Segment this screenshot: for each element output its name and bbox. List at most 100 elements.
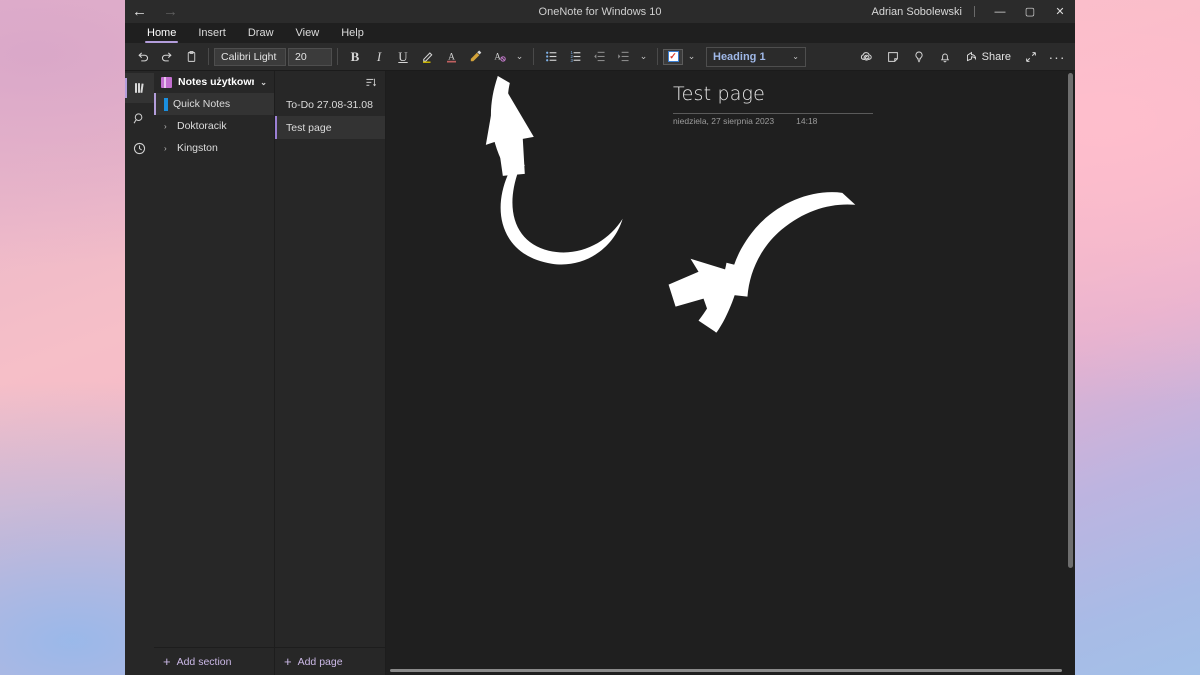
ribbon-separator <box>208 48 209 65</box>
section-group-doktoracik[interactable]: › Doktoracik <box>154 115 274 137</box>
highlighter-icon[interactable] <box>415 46 439 68</box>
plus-icon: + <box>163 654 171 669</box>
page-item-test-page[interactable]: Test page <box>275 116 385 139</box>
section-color-swatch <box>164 97 168 111</box>
font-color-icon[interactable]: A <box>439 46 463 68</box>
bell-icon[interactable] <box>933 46 957 68</box>
title-bar: ← → OneNote for Windows 10 Adrian Sobole… <box>125 0 1075 23</box>
section-label: Kingston <box>177 142 218 154</box>
share-icon <box>966 51 976 62</box>
section-label: Doktoracik <box>177 120 227 132</box>
app-body: Notes użytkownika Adrian ⌄ Quick Notes ›… <box>125 71 1075 675</box>
clipboard-icon[interactable] <box>179 46 203 68</box>
pages-header <box>275 71 385 93</box>
font-overflow-chevron-down-icon[interactable]: ⌄ <box>511 46 528 68</box>
share-label: Share <box>981 50 1011 63</box>
sections-panel: Notes użytkownika Adrian ⌄ Quick Notes ›… <box>154 71 275 675</box>
add-section-button[interactable]: + Add section <box>154 647 274 675</box>
rail-search-button[interactable] <box>125 103 154 133</box>
style-dropdown-label: Heading 1 <box>713 50 766 63</box>
italic-button[interactable]: I <box>367 46 391 68</box>
add-section-label: Add section <box>176 655 232 668</box>
title-underline <box>673 113 873 114</box>
arrow-right-annotation <box>668 192 856 333</box>
maximize-button[interactable]: ▢ <box>1015 0 1045 23</box>
tab-draw[interactable]: Draw <box>238 27 284 43</box>
titlebar-right-group: Adrian Sobolewski — ▢ ✕ <box>872 0 1076 23</box>
page-date: niedziela, 27 sierpnia 2023 <box>673 116 775 126</box>
numbered-list-icon[interactable]: 1 2 3 <box>563 46 587 68</box>
forward-icon[interactable]: → <box>163 4 178 19</box>
svg-text:3: 3 <box>570 58 573 63</box>
clear-formatting-icon[interactable]: A <box>487 46 511 68</box>
vertical-scrollbar[interactable] <box>1068 73 1073 568</box>
page-title[interactable]: Test page <box>673 83 765 105</box>
tab-insert[interactable]: Insert <box>188 27 236 43</box>
paragraph-overflow-chevron-down-icon[interactable]: ⌄ <box>635 46 652 68</box>
ribbon-toolbar: Calibri Light 20 B I U A A ⌄ 1 2 3 ⌄ ✓ ⌄… <box>125 43 1075 71</box>
add-page-button[interactable]: + Add page <box>275 647 385 675</box>
page-label: Test page <box>286 121 332 134</box>
ribbon-tab-bar: Home Insert Draw View Help <box>125 23 1075 43</box>
titlebar-divider <box>974 6 975 17</box>
plus-icon: + <box>284 654 292 669</box>
page-item-todo[interactable]: To-Do 27.08-31.08 <box>275 93 385 116</box>
lightbulb-icon[interactable] <box>907 46 931 68</box>
notebook-selector[interactable]: Notes użytkownika Adrian ⌄ <box>154 71 274 93</box>
tag-chevron-down-icon[interactable]: ⌄ <box>683 46 700 68</box>
ribbon-separator <box>533 48 534 65</box>
page-metadata: niedziela, 27 sierpnia 2023 14:18 <box>673 116 817 126</box>
notebook-chevron-down-icon: ⌄ <box>260 77 267 87</box>
bulleted-list-icon[interactable] <box>539 46 563 68</box>
tab-help[interactable]: Help <box>331 27 374 43</box>
navigation-buttons: ← → <box>125 4 178 19</box>
pages-panel: To-Do 27.08-31.08 Test page + Add page <box>275 71 386 675</box>
more-options-icon[interactable]: ··· <box>1045 46 1069 68</box>
underline-button[interactable]: U <box>391 46 415 68</box>
decrease-indent-icon[interactable] <box>587 46 611 68</box>
section-list: Quick Notes › Doktoracik › Kingston <box>154 93 274 647</box>
share-button[interactable]: Share <box>959 46 1017 68</box>
chevron-right-icon: › <box>164 143 167 153</box>
bold-button[interactable]: B <box>343 46 367 68</box>
font-size-input[interactable]: 20 <box>288 47 332 66</box>
svg-text:A: A <box>494 51 501 61</box>
font-name-input[interactable]: Calibri Light <box>214 47 286 66</box>
redo-icon[interactable] <box>155 46 179 68</box>
bold-glyph: B <box>350 48 360 64</box>
add-page-label: Add page <box>297 655 343 668</box>
section-label: Quick Notes <box>173 98 231 110</box>
page-list: To-Do 27.08-31.08 Test page <box>275 93 385 647</box>
account-name[interactable]: Adrian Sobolewski <box>872 6 975 18</box>
notebook-icon <box>161 76 172 88</box>
format-painter-icon[interactable] <box>463 46 487 68</box>
italic-glyph: I <box>376 48 382 64</box>
page-label: To-Do 27.08-31.08 <box>286 98 373 111</box>
section-item-quick-notes[interactable]: Quick Notes <box>154 93 274 115</box>
notebook-name: Notes użytkownika Adrian <box>178 76 254 88</box>
rail-recent-button[interactable] <box>125 133 154 163</box>
style-chevron-down-icon: ⌄ <box>792 52 799 61</box>
tab-home[interactable]: Home <box>137 27 186 43</box>
undo-icon[interactable] <box>131 46 155 68</box>
sort-icon[interactable] <box>364 76 377 89</box>
todo-tag-button[interactable]: ✓ <box>663 48 683 65</box>
minimize-button[interactable]: — <box>985 0 1015 23</box>
tab-view[interactable]: View <box>286 27 330 43</box>
ribbon-right-group: Share ··· <box>855 46 1069 68</box>
ribbon-separator <box>337 48 338 65</box>
increase-indent-icon[interactable] <box>611 46 635 68</box>
expand-arrows-icon[interactable] <box>1019 46 1043 68</box>
back-icon[interactable]: ← <box>132 4 147 19</box>
rail-notebooks-button[interactable] <box>125 73 154 103</box>
note-canvas[interactable]: Test page niedziela, 27 sierpnia 2023 14… <box>386 71 1075 675</box>
close-button[interactable]: ✕ <box>1045 0 1075 23</box>
search-icon <box>133 112 143 123</box>
todo-checkbox-icon: ✓ <box>667 51 679 62</box>
page-time: 14:18 <box>796 116 818 126</box>
sync-cloud-icon[interactable] <box>855 46 879 68</box>
sticky-note-icon[interactable] <box>881 46 905 68</box>
horizontal-scrollbar[interactable] <box>390 669 1062 672</box>
style-dropdown[interactable]: Heading 1 ⌄ <box>706 46 806 67</box>
section-group-kingston[interactable]: › Kingston <box>154 137 274 159</box>
